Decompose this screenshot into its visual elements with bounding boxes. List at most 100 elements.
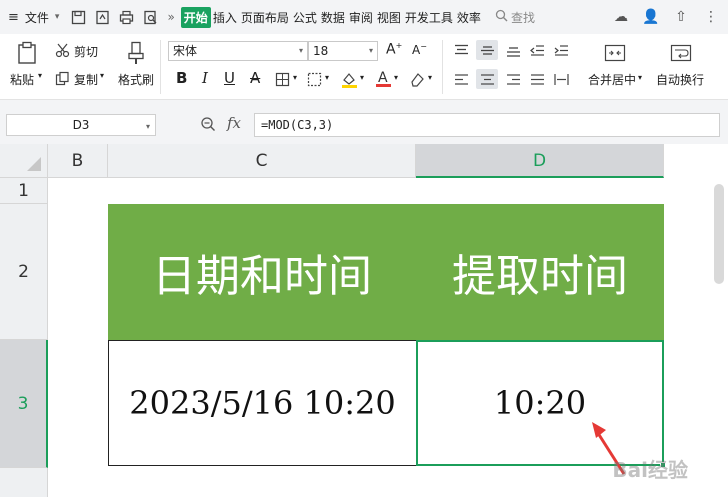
tab-page-layout[interactable]: 页面布局 <box>239 9 291 26</box>
tab-developer[interactable]: 开发工具 <box>403 9 455 26</box>
paste-button[interactable]: 粘贴 <box>10 71 34 88</box>
formula-input[interactable]: =MOD(C3,3) <box>254 113 720 137</box>
cloud-sync-icon[interactable]: ☁ <box>612 8 630 26</box>
tab-insert[interactable]: 插入 <box>211 9 239 26</box>
bold-icon[interactable]: B <box>176 69 187 87</box>
chevron-down-icon[interactable]: ▾ <box>638 73 642 82</box>
tab-view[interactable]: 视图 <box>375 9 403 26</box>
copy-button[interactable]: 复制 <box>74 71 98 88</box>
align-right-icon[interactable] <box>504 71 522 87</box>
font-color-icon[interactable]: A <box>374 68 392 88</box>
collaborate-icon[interactable]: 👤 <box>642 8 660 26</box>
font-size-value: 18 <box>313 44 329 58</box>
row-header-3[interactable]: 3 <box>0 340 48 468</box>
chevron-down-icon[interactable]: ▾ <box>55 12 60 22</box>
cut-button[interactable]: 剪切 <box>74 43 98 60</box>
search-box[interactable]: 查找 <box>495 9 535 26</box>
fill-color-icon[interactable] <box>340 70 358 88</box>
merge-center-button[interactable]: 合并居中 <box>588 71 636 88</box>
wrap-text-button[interactable]: 自动换行 <box>656 71 704 88</box>
share-icon[interactable]: ⇧ <box>672 8 690 26</box>
font-size-select[interactable]: 18 ▾ <box>308 41 378 61</box>
clear-format-icon[interactable] <box>408 70 426 88</box>
window-actions: ☁ 👤 ⇧ ⋮ <box>612 8 720 26</box>
cell-c3[interactable]: 2023/5/16 10:20 <box>108 340 417 466</box>
format-painter-icon[interactable] <box>124 40 148 66</box>
export-pdf-icon[interactable] <box>93 8 111 26</box>
decrease-indent-icon[interactable] <box>528 42 546 58</box>
chevron-down-icon[interactable]: ▾ <box>325 73 329 82</box>
insert-function-button[interactable]: fx <box>227 114 241 132</box>
chevron-down-icon: ▾ <box>368 46 373 55</box>
zoom-icon[interactable] <box>200 116 216 136</box>
search-label: 查找 <box>510 10 535 25</box>
tab-efficiency[interactable]: 效率 <box>455 9 483 26</box>
chevron-down-icon[interactable]: ▾ <box>360 73 364 82</box>
copy-icon[interactable] <box>54 70 70 86</box>
menu-bar: ≡ 文件 ▾ » 开始 插入 页面布局 公式 数据 审阅 视图 开发工具 效率 … <box>0 0 728 34</box>
chevron-down-icon[interactable]: ▾ <box>38 71 42 80</box>
select-all-button[interactable] <box>0 144 48 178</box>
column-header-d[interactable]: D <box>416 144 664 178</box>
name-box-value: D3 <box>72 118 90 132</box>
merge-center-icon[interactable] <box>602 42 628 64</box>
svg-text:A: A <box>378 70 388 86</box>
align-middle-icon[interactable] <box>476 40 498 60</box>
tab-data[interactable]: 数据 <box>319 9 347 26</box>
decrease-font-icon[interactable]: A− <box>412 42 427 57</box>
column-header-c[interactable]: C <box>108 144 416 178</box>
menu-icon[interactable]: ≡ <box>8 10 19 25</box>
align-left-icon[interactable] <box>452 71 470 87</box>
cell-d2[interactable]: 提取时间 <box>416 204 664 340</box>
increase-indent-icon[interactable] <box>552 42 570 58</box>
row-header-4[interactable] <box>0 468 48 497</box>
cell-c2[interactable]: 日期和时间 <box>108 204 416 340</box>
divider <box>442 40 443 94</box>
chevron-down-icon: ▾ <box>298 46 303 55</box>
row-header-1[interactable]: 1 <box>0 178 48 204</box>
fill-pattern-icon[interactable] <box>306 71 322 87</box>
vertical-scrollbar[interactable] <box>714 184 724 284</box>
underline-icon[interactable]: U <box>224 69 235 87</box>
align-center-icon[interactable] <box>476 69 498 89</box>
quick-access-toolbar <box>69 8 159 26</box>
ribbon-tabs: 开始 插入 页面布局 公式 数据 审阅 视图 开发工具 效率 <box>180 6 483 28</box>
chevron-down-icon[interactable]: ▾ <box>100 71 104 80</box>
distributed-align-icon[interactable] <box>552 71 570 87</box>
row-header-2[interactable]: 2 <box>0 204 48 340</box>
print-icon[interactable] <box>117 8 135 26</box>
format-painter-button[interactable]: 格式刷 <box>118 71 154 88</box>
chevron-down-icon[interactable]: ▾ <box>293 73 297 82</box>
more-icon[interactable]: » <box>167 10 174 24</box>
italic-icon[interactable]: I <box>202 69 208 87</box>
tab-formulas[interactable]: 公式 <box>291 9 319 26</box>
more-options-icon[interactable]: ⋮ <box>702 8 720 26</box>
increase-font-icon[interactable]: A+ <box>386 41 402 58</box>
save-icon[interactable] <box>69 8 87 26</box>
name-box[interactable]: D3 ▾ <box>6 114 156 136</box>
chevron-down-icon[interactable]: ▾ <box>394 73 398 82</box>
chevron-down-icon: ▾ <box>145 122 150 131</box>
border-icon[interactable] <box>274 71 290 87</box>
column-header-b[interactable]: B <box>48 144 108 178</box>
file-menu[interactable]: 文件 <box>25 9 49 26</box>
justify-icon[interactable] <box>528 71 546 87</box>
ribbon-toolbar: 粘贴 ▾ 剪切 复制 ▾ 格式刷 宋体 ▾ 18 ▾ A+ A− B I U A… <box>0 34 728 100</box>
chevron-down-icon[interactable]: ▾ <box>428 73 432 82</box>
tab-home[interactable]: 开始 <box>180 6 211 28</box>
font-name-value: 宋体 <box>173 44 198 58</box>
align-top-icon[interactable] <box>452 42 470 58</box>
scissors-icon[interactable] <box>54 42 70 58</box>
strikethrough-icon[interactable]: A <box>250 69 260 87</box>
formula-bar: D3 ▾ fx =MOD(C3,3) <box>0 100 728 144</box>
paste-icon[interactable] <box>14 40 40 66</box>
wrap-text-icon[interactable] <box>668 42 694 64</box>
print-preview-icon[interactable] <box>141 8 159 26</box>
search-icon <box>495 9 508 25</box>
tab-review[interactable]: 审阅 <box>347 9 375 26</box>
divider <box>160 40 161 94</box>
watermark: Bai经验 <box>612 458 688 482</box>
select-all-icon <box>27 157 41 171</box>
align-bottom-icon[interactable] <box>504 42 522 58</box>
font-name-select[interactable]: 宋体 ▾ <box>168 41 308 61</box>
